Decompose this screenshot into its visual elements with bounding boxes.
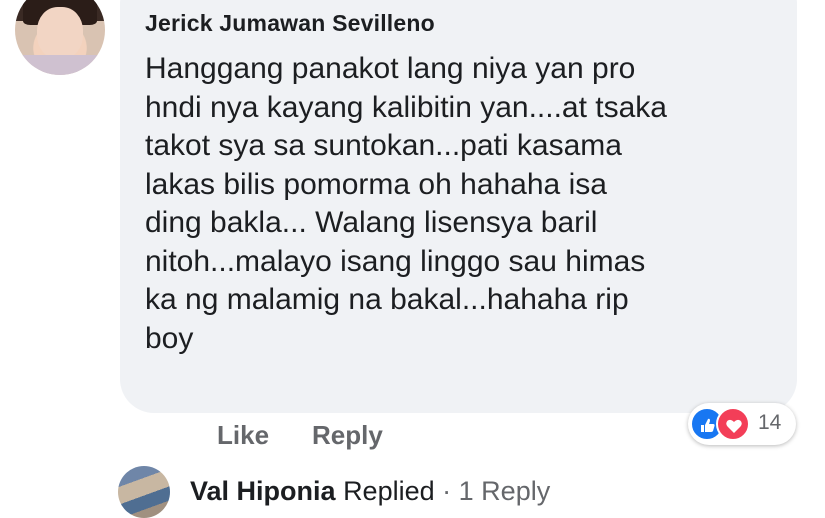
- comment-line: nitoh...malayo isang linggo sau himas: [145, 244, 646, 278]
- comment-line: ding bakla... Walang lisensya baril: [145, 206, 598, 239]
- reply-count: 1 Reply: [458, 476, 551, 506]
- separator-dot: ·: [442, 476, 452, 506]
- comment-text: Hanggang panakot lang niya yan pro hndi …: [145, 50, 785, 358]
- comment-line: ka ng malamig na bakal...hahaha rip: [145, 283, 629, 316]
- replier-avatar[interactable]: [118, 466, 170, 518]
- like-button[interactable]: Like: [217, 420, 269, 451]
- love-icon: [716, 407, 750, 441]
- comment-line: hndi nya kayang kalibitin yan....at tsak…: [145, 90, 667, 124]
- view-replies-link[interactable]: Val Hiponia Replied · 1 Reply: [190, 476, 550, 507]
- replied-verb: Replied: [343, 476, 435, 506]
- comment-author-name[interactable]: Jerick Jumawan Sevilleno: [145, 10, 435, 37]
- comment-line: boy: [145, 321, 194, 355]
- avatar-face: [37, 7, 83, 59]
- reaction-summary[interactable]: 14: [688, 403, 796, 445]
- comment-line: lakas bilis pomorma oh hahaha isa: [145, 167, 607, 201]
- commenter-avatar[interactable]: [15, 0, 105, 75]
- comment-line: Hanggang panakot lang niya yan pro: [145, 52, 636, 85]
- reaction-count: 14: [758, 411, 782, 434]
- reply-button[interactable]: Reply: [312, 420, 383, 451]
- avatar-shirt: [15, 55, 105, 75]
- replier-name: Val Hiponia: [190, 476, 336, 506]
- comment-line: takot sya sa suntokan...pati kasama: [145, 129, 622, 162]
